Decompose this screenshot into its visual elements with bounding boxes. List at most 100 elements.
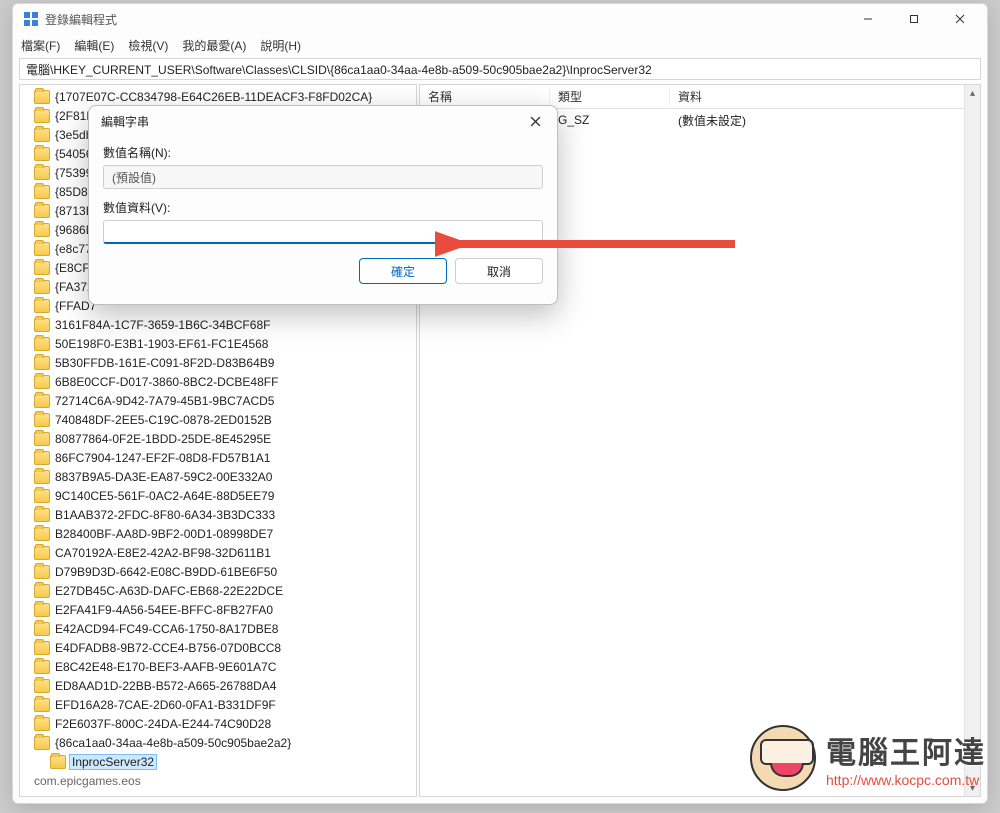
tree-item[interactable]: EFD16A28-7CAE-2D60-0FA1-B331DF9F — [22, 695, 416, 714]
value-data-field[interactable] — [103, 220, 543, 244]
folder-icon — [34, 185, 50, 199]
folder-icon — [34, 470, 50, 484]
folder-icon — [34, 641, 50, 655]
menubar: 檔案(F) 編輯(E) 檢視(V) 我的最愛(A) 說明(H) — [13, 34, 987, 56]
folder-icon — [34, 451, 50, 465]
cancel-button[interactable]: 取消 — [455, 258, 543, 284]
folder-icon — [34, 261, 50, 275]
edit-string-dialog: 編輯字串 數值名稱(N): 數值資料(V): 確定 取消 — [88, 105, 558, 305]
tree-item[interactable]: ED8AAD1D-22BB-B572-A665-26788DA4 — [22, 676, 416, 695]
folder-icon — [34, 280, 50, 294]
folder-icon — [34, 166, 50, 180]
value-data: (數值未設定) — [670, 112, 980, 129]
value-name-label: 數值名稱(N): — [103, 144, 543, 161]
tree-item-label: E42ACD94-FC49-CCA6-1750-8A17DBE8 — [54, 622, 279, 636]
tree-item-label: 80877864-0F2E-1BDD-25DE-8E45295E — [54, 432, 272, 446]
tree-item-label: CA70192A-E8E2-42A2-BF98-32D611B1 — [54, 546, 272, 560]
folder-icon — [34, 565, 50, 579]
folder-icon — [34, 622, 50, 636]
tree-item[interactable]: E2FA41F9-4A56-54EE-BFFC-8FB27FA0 — [22, 600, 416, 619]
menu-view[interactable]: 檢視(V) — [128, 37, 168, 54]
tree-item-label: B28400BF-AA8D-9BF2-00D1-08998DE7 — [54, 527, 274, 541]
tree-item-truncated: com.epicgames.eos — [22, 771, 416, 790]
col-header-data[interactable]: 資料 — [670, 88, 980, 105]
folder-icon — [34, 660, 50, 674]
tree-item[interactable]: 80877864-0F2E-1BDD-25DE-8E45295E — [22, 429, 416, 448]
ok-button[interactable]: 確定 — [359, 258, 447, 284]
tree-item[interactable]: E8C42E48-E170-BEF3-AAFB-9E601A7C — [22, 657, 416, 676]
tree-item[interactable]: 740848DF-2EE5-C19C-0878-2ED0152B — [22, 410, 416, 429]
value-type: G_SZ — [550, 113, 670, 127]
dialog-titlebar: 編輯字串 — [89, 106, 557, 136]
folder-icon — [34, 546, 50, 560]
tree-item-label: ED8AAD1D-22BB-B572-A665-26788DA4 — [54, 679, 277, 693]
tree-item-label: 9C140CE5-561F-0AC2-A64E-88D5EE79 — [54, 489, 275, 503]
folder-icon — [34, 299, 50, 313]
maximize-button[interactable] — [891, 4, 937, 34]
close-button[interactable] — [937, 4, 983, 34]
folder-icon — [34, 204, 50, 218]
minimize-button[interactable] — [845, 4, 891, 34]
tree-item-label: E2FA41F9-4A56-54EE-BFFC-8FB27FA0 — [54, 603, 274, 617]
folder-icon — [34, 375, 50, 389]
scroll-up-icon[interactable]: ▴ — [965, 85, 980, 101]
menu-help[interactable]: 說明(H) — [260, 37, 301, 54]
col-header-type[interactable]: 類型 — [550, 88, 670, 105]
tree-item[interactable]: E27DB45C-A63D-DAFC-EB68-22E22DCE — [22, 581, 416, 600]
value-name-field[interactable] — [103, 165, 543, 189]
tree-item-label: 740848DF-2EE5-C19C-0878-2ED0152B — [54, 413, 273, 427]
folder-icon — [34, 356, 50, 370]
tree-item[interactable]: {1707E07C-CC834798-E64C26EB-11DEACF3-F8F… — [22, 87, 416, 106]
tree-item[interactable]: 6B8E0CCF-D017-3860-8BC2-DCBE48FF — [22, 372, 416, 391]
tree-item[interactable]: 5B30FFDB-161E-C091-8F2D-D83B64B9 — [22, 353, 416, 372]
values-scrollbar[interactable]: ▴ ▾ — [964, 85, 980, 796]
tree-item-label: 86FC7904-1247-EF2F-08D8-FD57B1A1 — [54, 451, 271, 465]
tree-item[interactable]: B1AAB372-2FDC-8F80-6A34-3B3DC333 — [22, 505, 416, 524]
tree-item[interactable]: 3161F84A-1C7F-3659-1B6C-34BCF68F — [22, 315, 416, 334]
tree-item-label: E8C42E48-E170-BEF3-AAFB-9E601A7C — [54, 660, 277, 674]
tree-item[interactable]: 50E198F0-E3B1-1903-EF61-FC1E4568 — [22, 334, 416, 353]
folder-icon — [34, 242, 50, 256]
window-title: 登錄編輯程式 — [45, 11, 117, 28]
folder-icon — [34, 394, 50, 408]
folder-icon — [34, 128, 50, 142]
tree-item[interactable]: D79B9D3D-6642-E08C-B9DD-61BE6F50 — [22, 562, 416, 581]
folder-icon — [34, 90, 50, 104]
address-bar[interactable]: 電腦\HKEY_CURRENT_USER\Software\Classes\CL… — [19, 58, 981, 80]
tree-item[interactable]: E4DFADB8-9B72-CCE4-B756-07D0BCC8 — [22, 638, 416, 657]
tree-item-child[interactable]: InprocServer32 — [22, 752, 416, 771]
tree-item[interactable]: E42ACD94-FC49-CCA6-1750-8A17DBE8 — [22, 619, 416, 638]
folder-icon — [34, 603, 50, 617]
tree-item-label: EFD16A28-7CAE-2D60-0FA1-B331DF9F — [54, 698, 277, 712]
tree-item-label: 5B30FFDB-161E-C091-8F2D-D83B64B9 — [54, 356, 275, 370]
folder-icon — [34, 508, 50, 522]
tree-item[interactable]: F2E6037F-800C-24DA-E244-74C90D28 — [22, 714, 416, 733]
tree-item[interactable]: 9C140CE5-561F-0AC2-A64E-88D5EE79 — [22, 486, 416, 505]
folder-icon — [34, 717, 50, 731]
menu-file[interactable]: 檔案(F) — [21, 37, 60, 54]
folder-icon — [34, 679, 50, 693]
scroll-down-icon[interactable]: ▾ — [965, 780, 980, 796]
tree-item[interactable]: 8837B9A5-DA3E-EA87-59C2-00E332A0 — [22, 467, 416, 486]
folder-icon — [34, 337, 50, 351]
folder-icon — [34, 413, 50, 427]
dialog-title: 編輯字串 — [101, 113, 149, 130]
tree-item[interactable]: B28400BF-AA8D-9BF2-00D1-08998DE7 — [22, 524, 416, 543]
tree-item-label: 50E198F0-E3B1-1903-EF61-FC1E4568 — [54, 337, 269, 351]
tree-item[interactable]: {86ca1aa0-34aa-4e8b-a509-50c905bae2a2} — [22, 733, 416, 752]
folder-icon — [34, 318, 50, 332]
tree-item[interactable]: 86FC7904-1247-EF2F-08D8-FD57B1A1 — [22, 448, 416, 467]
dialog-close-button[interactable] — [521, 109, 549, 133]
tree-item-label: F2E6037F-800C-24DA-E244-74C90D28 — [54, 717, 272, 731]
menu-favorites[interactable]: 我的最愛(A) — [182, 37, 246, 54]
menu-edit[interactable]: 編輯(E) — [74, 37, 114, 54]
tree-item[interactable]: CA70192A-E8E2-42A2-BF98-32D611B1 — [22, 543, 416, 562]
folder-icon — [34, 147, 50, 161]
col-header-name[interactable]: 名稱 — [420, 88, 550, 105]
folder-icon — [34, 432, 50, 446]
tree-item[interactable]: 72714C6A-9D42-7A79-45B1-9BC7ACD5 — [22, 391, 416, 410]
folder-icon — [34, 736, 50, 750]
app-icon — [23, 11, 39, 27]
folder-icon — [34, 109, 50, 123]
folder-icon — [34, 584, 50, 598]
